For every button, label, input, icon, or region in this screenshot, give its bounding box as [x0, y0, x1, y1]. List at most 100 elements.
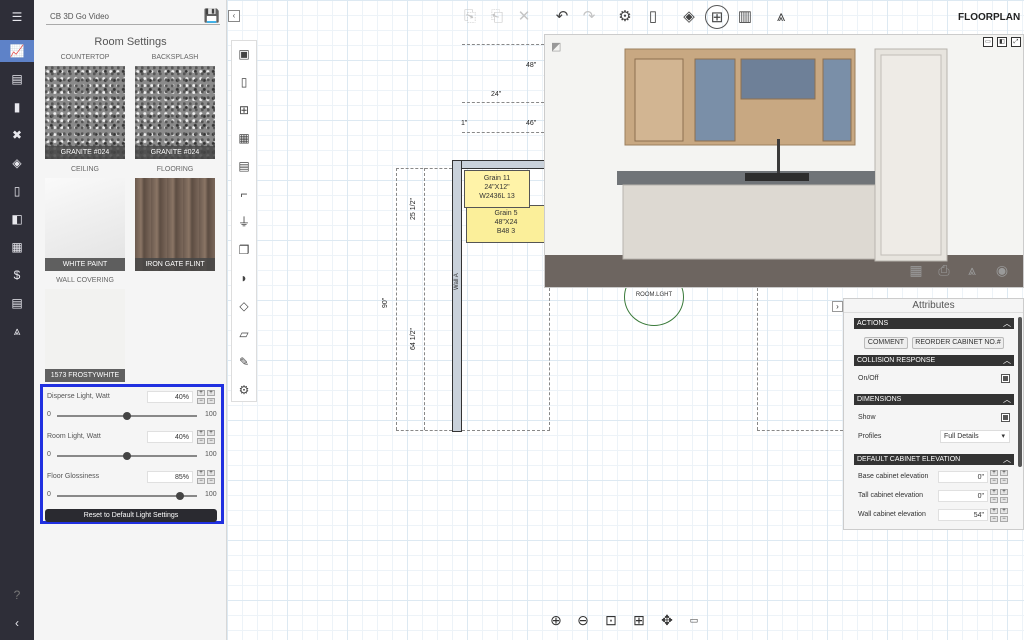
- actions-section[interactable]: ACTIONS ︿: [854, 318, 1014, 329]
- slider-knob[interactable]: [123, 412, 131, 420]
- flooring-swatch[interactable]: IRON GATE FLINT: [135, 178, 215, 271]
- profiles-select[interactable]: Full Details ▾: [940, 430, 1010, 443]
- save-icon[interactable]: 💾: [204, 8, 220, 24]
- panel-icon[interactable]: ◧: [0, 208, 34, 230]
- collapse-panel-button[interactable]: ‹: [228, 10, 240, 22]
- window-grid-tool-icon[interactable]: ▦: [234, 128, 254, 148]
- base-elevation-stepper[interactable]: + + − −: [990, 470, 1010, 484]
- redo-icon[interactable]: ↷: [577, 5, 601, 29]
- project-name-input[interactable]: CB 3D Go Video 💾: [46, 8, 220, 25]
- grid-toggle-icon[interactable]: ⊞: [705, 5, 729, 29]
- room-light-stepper[interactable]: + + − −: [197, 430, 217, 444]
- elevation-section[interactable]: DEFAULT CABINET ELEVATION ︿: [854, 454, 1014, 465]
- chevron-up-icon[interactable]: ︿: [1003, 394, 1011, 405]
- door-icon[interactable]: ▯: [641, 5, 665, 29]
- view-mode-label[interactable]: FLOORPLAN: [958, 12, 1020, 23]
- pan-icon[interactable]: ✥: [656, 609, 678, 631]
- delete-icon[interactable]: ✕: [512, 5, 536, 29]
- collision-section[interactable]: COLLISION RESPONSE ︿: [854, 355, 1014, 366]
- panel-tool-icon[interactable]: ◇: [234, 296, 254, 316]
- print-icon[interactable]: ⎙: [933, 259, 955, 281]
- document-icon[interactable]: ▤: [0, 68, 34, 90]
- floor-glossiness-slider[interactable]: [57, 492, 197, 500]
- layers-icon[interactable]: ◈: [0, 152, 34, 174]
- reorder-cabinet-button[interactable]: REORDER CABINET NO.#: [912, 337, 1004, 349]
- disperse-light-stepper[interactable]: + + − −: [197, 390, 217, 404]
- chevron-up-icon[interactable]: ︿: [1003, 355, 1011, 366]
- view-split-icon[interactable]: ◧: [997, 37, 1007, 47]
- eraser-tool-icon[interactable]: ✎: [234, 352, 254, 372]
- copy-icon[interactable]: ⎘: [458, 5, 482, 29]
- view-expand-icon[interactable]: ⤢: [1011, 37, 1021, 47]
- duplicate-tool-icon[interactable]: ❐: [234, 240, 254, 260]
- menu-icon[interactable]: ☰: [0, 6, 34, 28]
- wall-elevation-stepper[interactable]: + + − −: [990, 508, 1010, 522]
- grid-icon[interactable]: ▦: [0, 236, 34, 258]
- slider-knob[interactable]: [123, 452, 131, 460]
- arc-tool-icon[interactable]: ◗: [234, 268, 254, 288]
- wall-a-top[interactable]: [452, 160, 552, 169]
- disperse-light-value[interactable]: 40%: [147, 391, 193, 403]
- window-tool-icon[interactable]: ⊞: [234, 100, 254, 120]
- zoom-in-icon[interactable]: ⊕: [545, 609, 567, 631]
- chevron-up-icon[interactable]: ︿: [1003, 454, 1011, 465]
- eye-icon[interactable]: ◉: [991, 259, 1013, 281]
- chevron-up-icon[interactable]: ︿: [1003, 318, 1011, 329]
- comment-button[interactable]: COMMENT: [864, 337, 908, 349]
- ruler-icon[interactable]: ▭: [683, 609, 705, 631]
- room-light-slider[interactable]: [57, 452, 197, 460]
- gear-tool-icon[interactable]: ⚙: [234, 380, 254, 400]
- zoom-select-icon[interactable]: ⊞: [628, 609, 650, 631]
- settings-doc-icon[interactable]: ⚙: [613, 5, 637, 29]
- measure-3d-icon[interactable]: ⩓: [961, 259, 983, 281]
- appliance-tool-icon[interactable]: ▤: [234, 156, 254, 176]
- wall-view-icon[interactable]: ▥: [733, 5, 757, 29]
- view-single-icon[interactable]: ▭: [983, 37, 993, 47]
- door-tool-icon[interactable]: ▯: [234, 72, 254, 92]
- measure-icon[interactable]: ⩓: [769, 5, 793, 29]
- compass-icon[interactable]: ⩓: [0, 320, 34, 342]
- reset-light-settings-button[interactable]: Reset to Default Light Settings: [45, 509, 217, 522]
- countertop-swatch[interactable]: GRANITE #024: [45, 66, 125, 159]
- room-light-value[interactable]: 40%: [147, 431, 193, 443]
- wall-elevation-value[interactable]: 54": [938, 509, 988, 521]
- tall-elevation-stepper[interactable]: + + − −: [990, 489, 1010, 503]
- tools-icon[interactable]: ✖: [0, 124, 34, 146]
- collapse-nav-icon[interactable]: ‹: [0, 612, 34, 634]
- base-elevation-value[interactable]: 0": [938, 471, 988, 483]
- base-cabinet[interactable]: Grain 5 48"X24 B48 3: [466, 205, 546, 243]
- chart-icon[interactable]: 📈: [0, 40, 34, 62]
- page-icon[interactable]: ▯: [0, 180, 34, 202]
- book-icon[interactable]: ▮: [0, 96, 34, 118]
- floor-glossiness-value[interactable]: 85%: [147, 471, 193, 483]
- lamp-tool-icon[interactable]: ⏚: [234, 212, 254, 232]
- zoom-out-icon[interactable]: ⊖: [572, 609, 594, 631]
- backsplash-swatch[interactable]: GRANITE #024: [135, 66, 215, 159]
- ceiling-swatch[interactable]: WHITE PAINT: [45, 178, 125, 271]
- collision-checkbox[interactable]: [1001, 374, 1010, 383]
- wall-cabinet[interactable]: Grain 11 24"X12" W2436L 13: [464, 170, 530, 208]
- floor-glossiness-stepper[interactable]: + + − −: [197, 470, 217, 484]
- tall-elevation-value[interactable]: 0": [938, 490, 988, 502]
- zoom-fit-icon[interactable]: ⊡: [600, 609, 622, 631]
- wall-covering-swatch[interactable]: 1573 FROSTYWHITE: [45, 289, 125, 382]
- room-tool-icon[interactable]: ▣: [234, 44, 254, 64]
- dimensions-section[interactable]: DIMENSIONS ︿: [854, 394, 1014, 405]
- dollar-icon[interactable]: $: [0, 264, 34, 286]
- help-icon[interactable]: ?: [0, 584, 34, 606]
- molding-tool-icon[interactable]: ▱: [234, 324, 254, 344]
- 3d-preview[interactable]: ▭ ◧ ⤢ ◩ ▦ ⎙ ⩓ ◉: [544, 34, 1024, 288]
- report-icon[interactable]: ▤: [0, 292, 34, 314]
- attributes-scrollbar[interactable]: [1018, 317, 1022, 467]
- show-dimensions-checkbox[interactable]: [1001, 413, 1010, 422]
- layers-toolbar-icon[interactable]: ◈: [677, 5, 701, 29]
- faucet-tool-icon[interactable]: ⌐: [234, 184, 254, 204]
- slider-knob[interactable]: [175, 492, 184, 500]
- undo-icon[interactable]: ↶: [550, 5, 574, 29]
- paste-icon[interactable]: ⎗: [485, 5, 509, 29]
- attributes-collapse-button[interactable]: ›: [832, 301, 843, 312]
- wall-a[interactable]: [452, 160, 462, 432]
- gallery-icon[interactable]: ▦: [905, 259, 927, 281]
- cube-icon[interactable]: ◩: [551, 42, 561, 53]
- disperse-light-slider[interactable]: [57, 412, 197, 420]
